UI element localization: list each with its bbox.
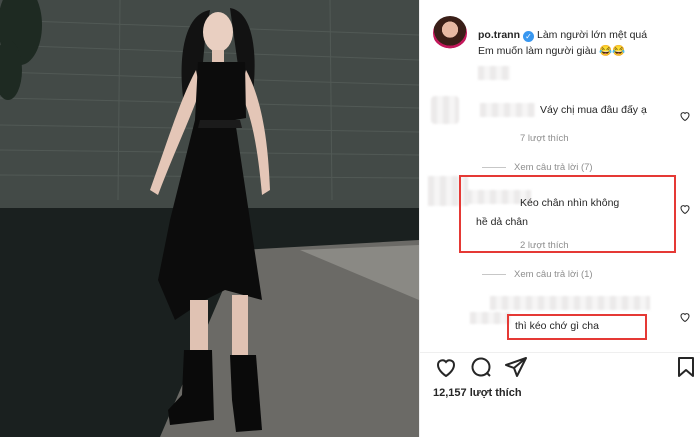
owner-avatar[interactable] [433,16,467,50]
verified-icon: ✓ [523,31,534,42]
owner-username[interactable]: po.trann [478,29,520,41]
comment-text: Váy chị mua đâu đấy ạ [540,104,647,116]
commenter-blurred [490,296,650,310]
comment-text: Kéo chân nhìn không [520,197,620,209]
instagram-post: po.trann ✓ Làm người lớn mệt quá Em muốn l… [0,0,700,437]
caption-text: Làm người lớn mệt quá [537,29,648,41]
divider [420,352,700,353]
comment-text: thì kéo chớ gì cha [515,320,599,332]
comment-likes[interactable]: 2 lượt thích [520,240,569,251]
commenter-avatar[interactable] [470,312,510,324]
post-likes[interactable]: 12,157 lượt thích [433,387,522,399]
caption-line-1: po.trann ✓ Làm người lớn mệt quá [478,28,693,43]
commenter-avatar[interactable] [431,96,459,124]
comment-likes[interactable]: 7 lượt thích [520,133,569,144]
share-icon[interactable] [504,355,528,379]
heart-icon[interactable] [434,355,458,379]
view-replies[interactable]: Xem câu trả lời (1) [482,269,593,280]
blurred-content [478,66,510,80]
post-panel: po.trann ✓ Làm người lớn mệt quá Em muốn l… [419,0,700,437]
caption-line-2: Em muốn làm người giàu 😂😂 [478,45,626,57]
comment-text-cont: hề dả chân [476,216,528,228]
heart-icon[interactable] [679,203,691,215]
post-photo[interactable] [0,0,419,437]
view-replies[interactable]: Xem câu trả lời (7) [482,162,593,173]
photo-illustration [0,0,419,437]
heart-icon[interactable] [679,311,691,323]
comment-icon[interactable] [469,355,493,379]
commenter-username-blurred [480,103,535,117]
heart-icon[interactable] [679,110,691,122]
bookmark-icon[interactable] [674,355,698,379]
